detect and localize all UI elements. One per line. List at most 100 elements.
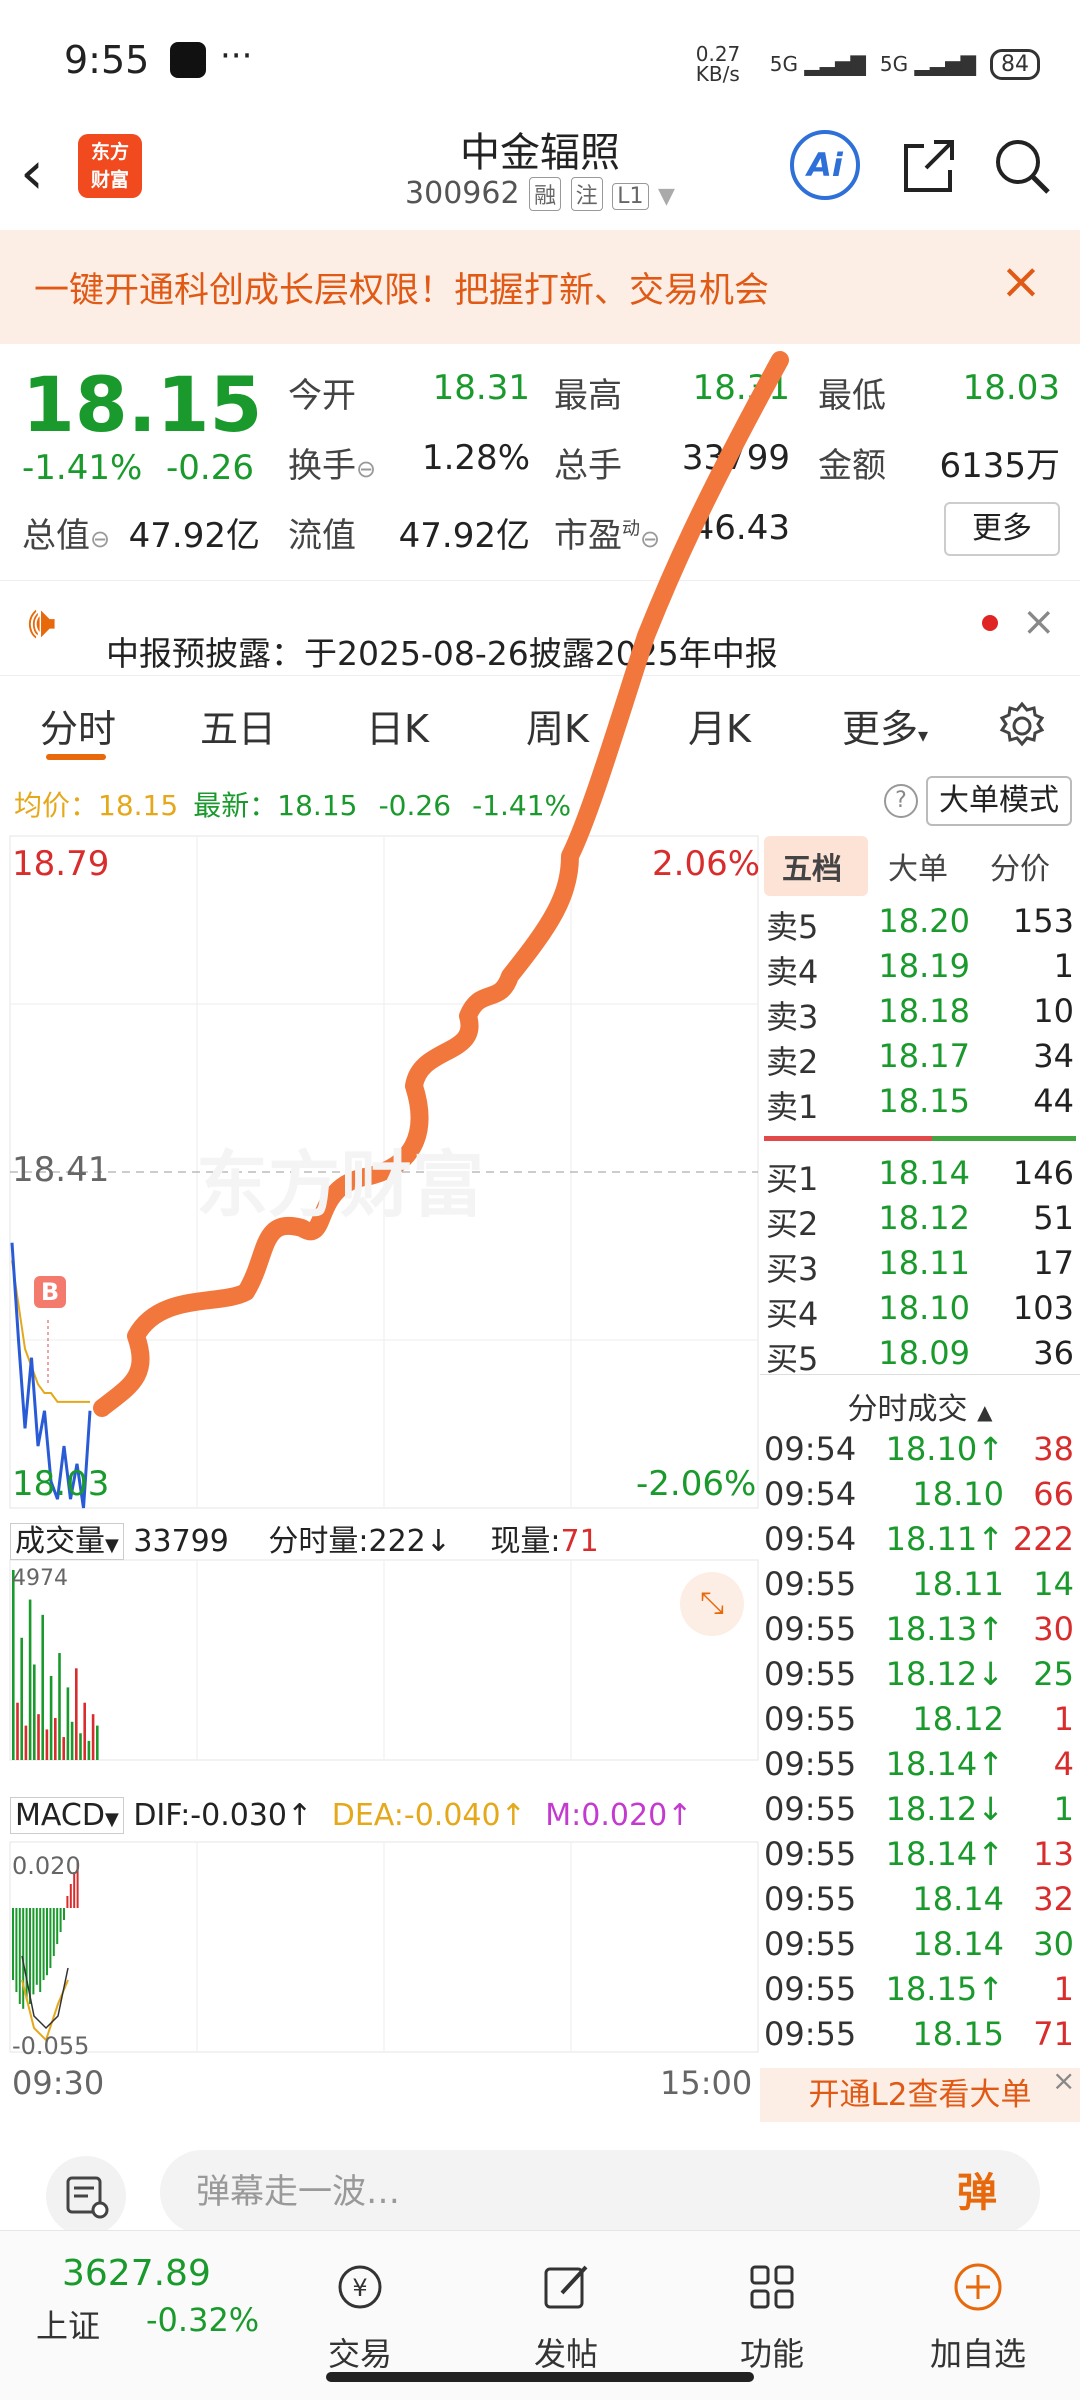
trade-price: 18.12↓ xyxy=(885,1655,1004,1693)
last-price: 18.15 xyxy=(22,360,263,449)
close-icon[interactable]: × xyxy=(1000,252,1042,310)
market-cap-value: 47.92亿 xyxy=(128,516,260,556)
close-icon[interactable]: × xyxy=(1052,2064,1075,2097)
trade-volume: 1 xyxy=(1053,1700,1074,1738)
trade-row: 09:55 18.13↑ 30 xyxy=(760,1610,1080,1655)
trade-volume: 32 xyxy=(1033,1880,1074,1918)
tab-daily-k[interactable]: 日K xyxy=(366,698,429,753)
comment-list-icon[interactable] xyxy=(46,2156,126,2236)
volume-header: 成交量▼ 33799 分时量:222↓ 现量:71 xyxy=(10,1516,758,1560)
promo-banner[interactable]: 一键开通科创成长层权限！把握打新、交易机会 × xyxy=(0,230,1080,344)
low-value: 18.03 xyxy=(962,368,1060,408)
danmaku-toggle-button[interactable]: 弹 xyxy=(942,2158,1012,2228)
ai-assistant-button[interactable]: Ai xyxy=(790,130,860,200)
l2-upgrade-bar[interactable]: 开通L2查看大单 xyxy=(760,2068,1080,2122)
trade-time: 09:55 xyxy=(764,1745,857,1783)
nav-functions[interactable]: 功能 xyxy=(712,2257,832,2375)
index-quote[interactable]: 3627.89 上证 -0.32% xyxy=(0,2231,259,2371)
book-price: 18.14 xyxy=(878,1154,970,1192)
macd-bar xyxy=(46,1908,48,1976)
book-row: 买5 18.09 36 xyxy=(760,1334,1080,1379)
macd-indicator-select[interactable]: MACD▼ xyxy=(10,1797,124,1834)
trade-volume: 1 xyxy=(1053,1970,1074,2008)
nav-trade[interactable]: ¥ 交易 xyxy=(300,2257,420,2375)
grid-icon xyxy=(750,2265,794,2309)
tab-monthly-k[interactable]: 月K xyxy=(688,698,751,753)
signal-icon-2: 5G ▂▃▅▇ xyxy=(879,52,976,76)
close-icon[interactable]: × xyxy=(1022,599,1056,645)
more-button[interactable]: 更多 xyxy=(944,502,1060,556)
book-row: 卖1 18.15 44 xyxy=(760,1082,1080,1127)
book-row: 买1 18.14 146 xyxy=(760,1154,1080,1199)
volume-series xyxy=(12,1570,99,1760)
volume-indicator-select[interactable]: 成交量▼ xyxy=(10,1523,124,1560)
trade-time: 09:55 xyxy=(764,1790,857,1828)
trade-time: 09:55 xyxy=(764,1970,857,2008)
dif-line xyxy=(21,1955,69,2030)
book-tab-level5[interactable]: 五档 xyxy=(782,844,842,888)
macd-bar xyxy=(35,1908,38,1985)
trade-row: 09:55 18.14↑ 4 xyxy=(760,1745,1080,1790)
book-level-label: 买1 xyxy=(766,1160,819,1198)
trade-price: 18.15↑ xyxy=(885,1970,1004,2008)
high-label: 最高 xyxy=(554,376,622,416)
trade-price: 18.11 xyxy=(912,1565,1004,1603)
book-level-label: 买2 xyxy=(766,1205,819,1243)
bid-ratio-bar xyxy=(932,1136,1076,1141)
macd-bar xyxy=(59,1908,62,1932)
book-volume: 1 xyxy=(1053,947,1074,985)
danmaku-input[interactable]: 弹幕走一波… xyxy=(160,2150,1040,2234)
book-tab-price-dist[interactable]: 分价 xyxy=(990,844,1050,888)
volume-bar xyxy=(12,1570,15,1760)
share-icon[interactable] xyxy=(896,134,960,198)
volume-bar xyxy=(41,1614,44,1760)
home-indicator[interactable] xyxy=(326,2372,754,2382)
nav-post[interactable]: 发帖 xyxy=(506,2257,626,2375)
macd-bar xyxy=(42,1908,45,1980)
tab-five-day[interactable]: 五日 xyxy=(200,698,276,753)
amount-label: 金额 xyxy=(818,446,886,486)
svg-text:¥: ¥ xyxy=(352,2274,367,2302)
volume-bar xyxy=(45,1729,49,1760)
change-percent: -1.41% xyxy=(22,448,143,488)
trade-price: 18.10↑ xyxy=(885,1430,1004,1468)
more-notifications-icon: ··· xyxy=(220,36,253,76)
book-tab-big-orders[interactable]: 大单 xyxy=(888,844,948,888)
trade-volume: 13 xyxy=(1033,1835,1074,1873)
pe-label: 市盈动⊖ xyxy=(554,516,661,556)
tab-intraday[interactable]: 分时 xyxy=(40,698,116,753)
volume-bar xyxy=(66,1687,70,1760)
trade-time: 09:55 xyxy=(764,1700,857,1738)
buy-marker[interactable]: B xyxy=(34,1276,66,1308)
axis-top-price: 18.79 xyxy=(12,844,110,884)
volume-bar xyxy=(28,1599,32,1760)
dropdown-icon[interactable]: ▼ xyxy=(658,184,675,209)
macd-bar xyxy=(39,1908,42,1992)
market-cap-label: 总值⊖ xyxy=(22,516,111,556)
search-icon[interactable] xyxy=(990,134,1054,198)
big-order-mode-button[interactable]: 大单模式 xyxy=(926,776,1072,826)
macd-series xyxy=(12,1860,79,2042)
trades-title[interactable]: 分时成交 ▲ xyxy=(760,1384,1080,1428)
expand-icon[interactable]: ⤡ xyxy=(680,1572,744,1636)
tab-more[interactable]: 更多▾ xyxy=(842,698,928,753)
macd-bar xyxy=(12,1908,14,1980)
trade-price: 18.14 xyxy=(912,1880,1004,1918)
notice-bar[interactable]: 🕪 中报预披露：于2025-08-26披露2025年中报 × xyxy=(0,580,1080,676)
speaker-icon: 🕪 xyxy=(28,597,56,648)
nav-add-watchlist[interactable]: 加自选 xyxy=(918,2257,1038,2375)
amount-value: 6135万 xyxy=(939,446,1060,486)
help-icon[interactable]: ? xyxy=(884,784,918,818)
intraday-chart[interactable]: 18.79 2.06% 18.41 18.03 -2.06% B 东方财富 成交… xyxy=(9,351,789,2106)
gear-icon[interactable] xyxy=(996,700,1048,752)
status-bar: 9:55 ··· 0.27 KB/s 5G ▂▃▅▇ 5G ▂▃▅▇ 84 xyxy=(0,0,1080,120)
open-value: 18.31 xyxy=(432,368,530,408)
trade-row: 09:55 18.15↑ 1 xyxy=(760,1970,1080,2015)
book-row: 卖2 18.17 34 xyxy=(760,1037,1080,1082)
trade-row: 09:55 18.12 1 xyxy=(760,1700,1080,1745)
macd-bar xyxy=(52,1908,55,1956)
trade-price: 18.14↑ xyxy=(885,1745,1004,1783)
book-level-label: 买3 xyxy=(766,1250,819,1288)
trade-price: 18.10 xyxy=(912,1475,1004,1513)
tab-weekly-k[interactable]: 周K xyxy=(526,698,589,753)
